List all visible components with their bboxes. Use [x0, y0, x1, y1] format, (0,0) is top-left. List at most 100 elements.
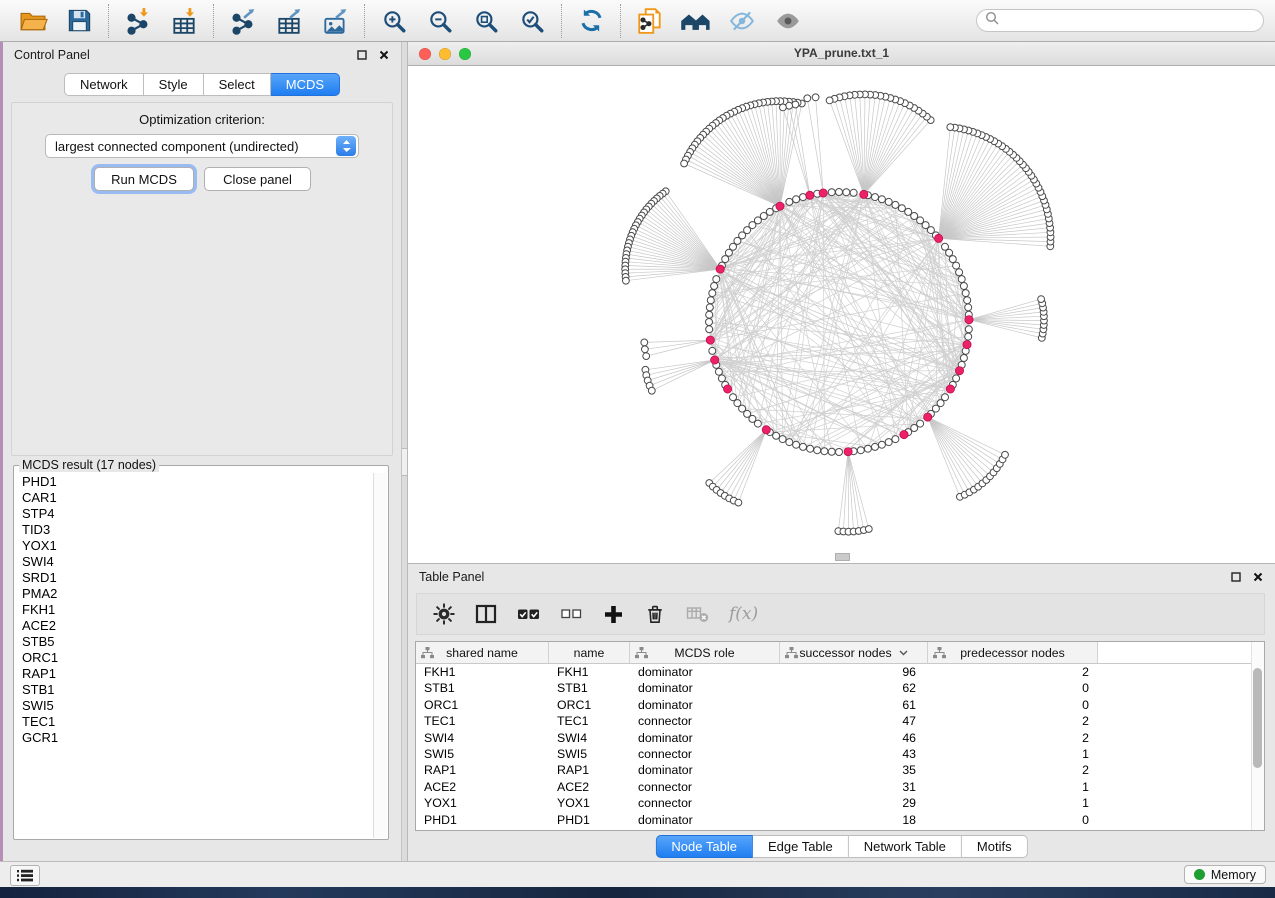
- zoom-fit-icon[interactable]: [468, 6, 504, 36]
- tab-motifs[interactable]: Motifs: [962, 835, 1028, 858]
- column-header-successor-nodes[interactable]: successor nodes: [780, 642, 928, 663]
- run-mcds-button[interactable]: Run MCDS: [94, 167, 194, 191]
- mcds-result-item[interactable]: STB1: [22, 682, 388, 698]
- memory-label: Memory: [1211, 868, 1256, 882]
- tab-edge-table[interactable]: Edge Table: [753, 835, 849, 858]
- cell: SWI4: [549, 730, 630, 746]
- scrollbar-thumb[interactable]: [1253, 668, 1262, 768]
- search-input[interactable]: [1005, 12, 1255, 29]
- cell: SWI5: [549, 746, 630, 762]
- cell: RAP1: [416, 762, 549, 778]
- cell: FKH1: [549, 664, 630, 680]
- cell: 62: [780, 680, 928, 696]
- show-hidden-icon[interactable]: [770, 6, 806, 36]
- close-panel-button[interactable]: Close panel: [204, 167, 311, 191]
- optimization-criterion-select[interactable]: largest connected component (undirected): [45, 134, 359, 158]
- column-header-MCDS-role[interactable]: MCDS role: [630, 642, 780, 663]
- table-row[interactable]: YOX1YOX1connector291: [416, 795, 1264, 811]
- column-header-predecessor-nodes[interactable]: predecessor nodes: [928, 642, 1098, 663]
- column-header-shared-name[interactable]: shared name: [416, 642, 549, 663]
- table-row[interactable]: PHD1PHD1dominator180: [416, 812, 1264, 828]
- delete-column-icon[interactable]: [686, 602, 709, 626]
- cell: dominator: [630, 664, 780, 680]
- cell: 61: [780, 697, 928, 713]
- tab-style[interactable]: Style: [144, 73, 204, 96]
- zoom-in-icon[interactable]: [376, 6, 412, 36]
- table-row[interactable]: SWI4SWI4dominator462: [416, 730, 1264, 746]
- first-neighbors-icon[interactable]: [678, 6, 714, 36]
- cell: 1: [928, 779, 1098, 795]
- mcds-result-item[interactable]: GCR1: [22, 730, 388, 746]
- close-panel-icon[interactable]: [1252, 571, 1264, 583]
- mcds-result-item[interactable]: STP4: [22, 506, 388, 522]
- network-window-titlebar[interactable]: YPA_prune.txt_1: [408, 42, 1275, 66]
- export-image-icon[interactable]: [317, 6, 353, 36]
- mcds-result-item[interactable]: STB5: [22, 634, 388, 650]
- gear-icon[interactable]: [433, 602, 455, 626]
- zoom-selected-icon[interactable]: [514, 6, 550, 36]
- table-panel-title: Table Panel: [419, 570, 484, 584]
- panel-split-divider[interactable]: [401, 42, 408, 861]
- close-panel-icon[interactable]: [378, 49, 390, 61]
- export-table-icon[interactable]: [271, 6, 307, 36]
- tab-network-table[interactable]: Network Table: [849, 835, 962, 858]
- result-list-scrollbar[interactable]: [373, 473, 387, 838]
- open-icon[interactable]: [15, 6, 51, 36]
- add-icon[interactable]: [602, 602, 624, 626]
- hide-selected-icon[interactable]: [724, 6, 760, 36]
- table-row[interactable]: ACE2ACE2connector311: [416, 779, 1264, 795]
- mcds-result-item[interactable]: TEC1: [22, 714, 388, 730]
- mcds-result-item[interactable]: PMA2: [22, 586, 388, 602]
- mcds-result-item[interactable]: SRD1: [22, 570, 388, 586]
- save-icon[interactable]: [61, 6, 97, 36]
- cell: 1: [928, 795, 1098, 811]
- cell: 1: [928, 746, 1098, 762]
- mcds-result-item[interactable]: CAR1: [22, 490, 388, 506]
- export-network-icon[interactable]: [225, 6, 261, 36]
- cell: 2: [928, 730, 1098, 746]
- task-history-button[interactable]: [10, 865, 40, 886]
- horizontal-scroll-handle[interactable]: [835, 553, 850, 561]
- tab-mcds[interactable]: MCDS: [271, 73, 340, 96]
- mcds-result-item[interactable]: PHD1: [22, 474, 388, 490]
- cell: PHD1: [549, 812, 630, 828]
- mcds-result-item[interactable]: SWI5: [22, 698, 388, 714]
- deselect-all-icon[interactable]: [560, 602, 582, 626]
- column-type-icon: [785, 647, 798, 662]
- zoom-out-icon[interactable]: [422, 6, 458, 36]
- duplicate-network-icon[interactable]: [632, 6, 668, 36]
- divider-handle[interactable]: [402, 448, 407, 476]
- refresh-icon[interactable]: [573, 6, 609, 36]
- import-table-icon[interactable]: [166, 6, 202, 36]
- mcds-result-item[interactable]: ACE2: [22, 618, 388, 634]
- import-network-icon[interactable]: [120, 6, 156, 36]
- network-canvas[interactable]: [408, 66, 1275, 563]
- mcds-result-item[interactable]: SWI4: [22, 554, 388, 570]
- delete-icon[interactable]: [644, 602, 666, 626]
- desktop-wallpaper: [0, 887, 1275, 898]
- tab-node-table[interactable]: Node Table: [655, 835, 753, 858]
- memory-button[interactable]: Memory: [1184, 865, 1266, 884]
- mcds-result-item[interactable]: ORC1: [22, 650, 388, 666]
- mcds-result-item[interactable]: RAP1: [22, 666, 388, 682]
- select-all-icon[interactable]: [517, 602, 540, 626]
- table-tabs: Node TableEdge TableNetwork TableMotifs: [655, 835, 1027, 858]
- split-columns-icon[interactable]: [475, 602, 497, 626]
- tab-network[interactable]: Network: [64, 73, 144, 96]
- table-row[interactable]: TEC1TEC1connector472: [416, 713, 1264, 729]
- mcds-result-item[interactable]: FKH1: [22, 602, 388, 618]
- mcds-result-item[interactable]: YOX1: [22, 538, 388, 554]
- cell: 31: [780, 779, 928, 795]
- float-panel-icon[interactable]: [356, 49, 368, 61]
- table-row[interactable]: RAP1RAP1dominator352: [416, 762, 1264, 778]
- mcds-result-item[interactable]: TID3: [22, 522, 388, 538]
- column-header-name[interactable]: name: [549, 642, 630, 663]
- float-panel-icon[interactable]: [1230, 571, 1242, 583]
- network-graph[interactable]: [408, 66, 1275, 563]
- tab-select[interactable]: Select: [204, 73, 271, 96]
- table-row[interactable]: ORC1ORC1dominator610: [416, 697, 1264, 713]
- table-row[interactable]: FKH1FKH1dominator962: [416, 664, 1264, 680]
- table-scrollbar[interactable]: [1251, 642, 1264, 830]
- table-row[interactable]: STB1STB1dominator620: [416, 680, 1264, 696]
- table-row[interactable]: SWI5SWI5connector431: [416, 746, 1264, 762]
